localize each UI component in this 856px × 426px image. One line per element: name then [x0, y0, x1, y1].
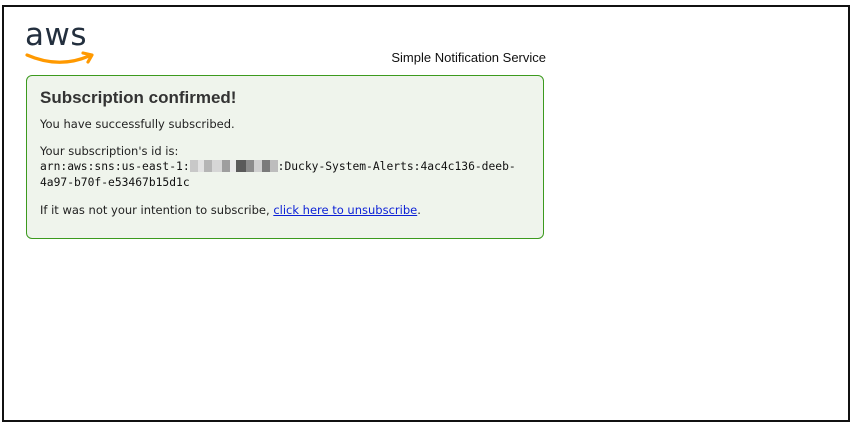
redacted-account-id — [189, 160, 278, 172]
service-name: Simple Notification Service — [391, 50, 546, 65]
unsubscribe-suffix: . — [417, 203, 421, 217]
aws-logo: aws — [25, 17, 97, 69]
success-message: You have successfully subscribed. — [40, 117, 235, 131]
page-title: Subscription confirmed! — [40, 88, 237, 107]
aws-logo-text: aws — [25, 17, 88, 53]
subscription-id-label: Your subscription's id is: — [40, 144, 179, 158]
unsubscribe-line: If it was not your intention to subscrib… — [40, 203, 421, 217]
unsubscribe-prefix: If it was not your intention to subscrib… — [40, 203, 274, 217]
unsubscribe-link[interactable]: click here to unsubscribe — [273, 203, 417, 217]
aws-smile-icon — [25, 51, 94, 64]
subscription-arn: arn:aws:sns:us-east-1::Ducky-System-Aler… — [40, 159, 530, 191]
arn-prefix: arn:aws:sns:us-east-1: — [40, 160, 190, 173]
confirmation-panel: Subscription confirmed! You have success… — [26, 75, 544, 239]
page-frame: aws Simple Notification Service Subscrip… — [2, 5, 850, 422]
